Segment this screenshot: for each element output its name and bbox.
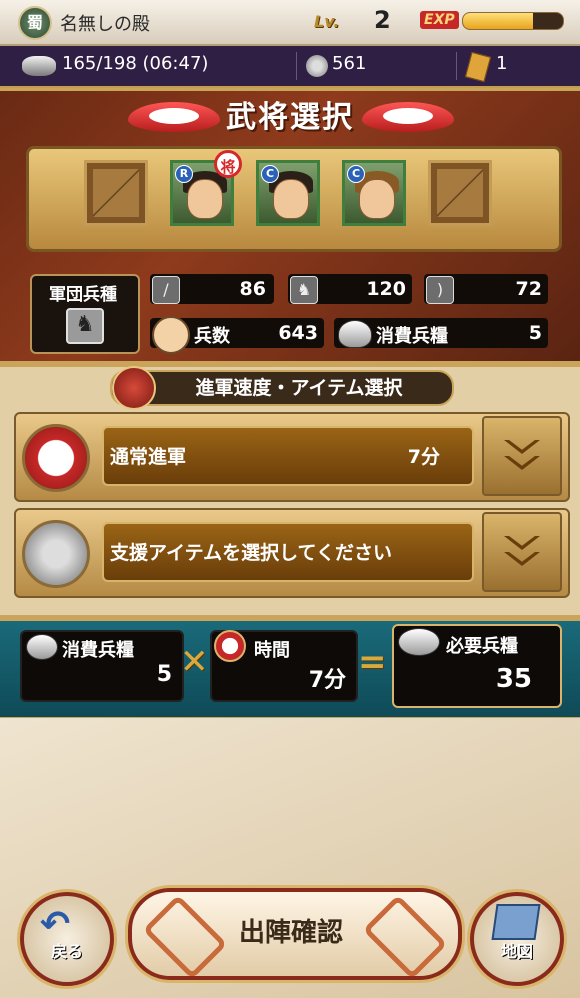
player-name: 名無しの殿 [60, 14, 150, 35]
horse-icon: ♞ [290, 276, 318, 304]
stopwatch-icon [112, 366, 156, 410]
stopwatch-icon [214, 630, 246, 662]
horse-unit-icon: ♞ [66, 308, 104, 344]
unit-type-label: 軍団兵種 [49, 285, 117, 305]
bow-stat-value: 72 [515, 278, 542, 300]
leader-badge: 将 [214, 150, 242, 178]
exp-progress-fill [463, 13, 533, 29]
food-cost-label: 消費兵糧 [62, 640, 134, 661]
rice-ball-icon [22, 56, 56, 76]
rank-badge: C [347, 165, 365, 183]
general-slot-empty[interactable] [428, 160, 492, 226]
general-slot[interactable]: C [342, 160, 406, 226]
general-portrait-icon [273, 179, 309, 219]
rice-ball-icon [26, 634, 58, 660]
rank-badge: C [261, 165, 279, 183]
chevron-down-icon [504, 456, 540, 470]
march-speed-time: 7分 [407, 446, 440, 468]
march-speed-label: 通常進軍 [110, 446, 187, 468]
rank-badge: R [175, 165, 193, 183]
player-level: 2 [374, 6, 391, 34]
march-speed-dropdown-button[interactable] [482, 416, 562, 496]
troops-label: 兵数 [194, 326, 230, 347]
food-cost-value: 5 [156, 662, 172, 687]
ticket-value: 1 [496, 53, 508, 74]
map-icon [491, 904, 541, 940]
rice-bags-icon [398, 628, 440, 656]
chevron-down-icon [504, 536, 540, 550]
support-item-dropdown-button[interactable] [482, 512, 562, 592]
required-food-value: 35 [495, 664, 532, 694]
equals-icon: = [358, 642, 387, 682]
chevron-down-icon [504, 552, 540, 566]
divider [456, 52, 457, 80]
panel-title: 武将選択 [226, 100, 354, 135]
soldier-icon [152, 316, 190, 354]
coin-icon [306, 55, 328, 77]
troops-value: 643 [278, 322, 318, 344]
faction-emblem-icon: 蜀 [18, 6, 52, 40]
march-panel-title: 進軍速度・アイテム選択 [110, 370, 454, 406]
general-slot-empty[interactable] [84, 160, 148, 226]
exp-progress-bar [462, 12, 564, 30]
support-item-placeholder: 支援アイテムを選択してください [110, 542, 392, 564]
food-label: 消費兵糧 [376, 326, 448, 347]
map-label: 地図 [500, 942, 533, 961]
rice-ball-icon [338, 320, 372, 348]
multiply-icon: ✕ [180, 642, 209, 682]
general-slot[interactable]: C [256, 160, 320, 226]
bow-icon: ) [426, 276, 454, 304]
stopwatch-icon [22, 424, 90, 492]
divider [296, 52, 297, 80]
exp-label: EXP [420, 11, 459, 29]
item-bag-icon [22, 520, 90, 588]
horse-stat-value: 120 [366, 278, 406, 300]
time-value: 7分 [308, 668, 346, 693]
sword-icon: / [152, 276, 180, 304]
level-label: Lv. [314, 12, 340, 31]
required-food-label: 必要兵糧 [446, 636, 518, 657]
deploy-confirm-label: 出陣確認 [238, 918, 343, 948]
back-label: 戻る [50, 942, 83, 961]
food-value: 5 [528, 322, 542, 344]
general-portrait-icon [187, 179, 223, 219]
march-title-text: 進軍速度・アイテム選択 [195, 377, 403, 399]
stamina-value: 165/198 (06:47) [62, 53, 209, 74]
time-label: 時間 [254, 640, 290, 661]
general-portrait-icon [359, 179, 395, 219]
chevron-down-icon [504, 440, 540, 454]
coin-value: 561 [332, 53, 367, 74]
sword-stat-value: 86 [239, 278, 266, 300]
